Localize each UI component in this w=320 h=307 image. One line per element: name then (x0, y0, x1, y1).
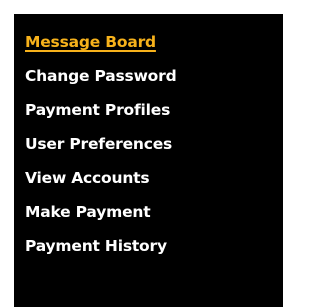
menu-item-view-accounts[interactable]: View Accounts (25, 166, 176, 200)
menu-item-make-payment[interactable]: Make Payment (25, 200, 176, 234)
menu-item-message-board[interactable]: Message Board (25, 30, 176, 64)
change-password-link[interactable]: Change Password (25, 67, 177, 85)
navigation-menu: Message Board Change Password Payment Pr… (14, 14, 283, 307)
payment-profiles-link[interactable]: Payment Profiles (25, 101, 170, 119)
make-payment-link[interactable]: Make Payment (25, 203, 151, 221)
view-accounts-link[interactable]: View Accounts (25, 169, 150, 187)
user-preferences-link[interactable]: User Preferences (25, 135, 172, 153)
menu-item-payment-profiles[interactable]: Payment Profiles (25, 98, 176, 132)
menu-item-user-preferences[interactable]: User Preferences (25, 132, 176, 166)
menu-item-payment-history[interactable]: Payment History (25, 234, 176, 268)
payment-history-link[interactable]: Payment History (25, 237, 167, 255)
menu-item-change-password[interactable]: Change Password (25, 64, 177, 98)
menu-list: Message Board Change Password Payment Pr… (25, 30, 177, 268)
message-board-link[interactable]: Message Board (25, 33, 156, 51)
